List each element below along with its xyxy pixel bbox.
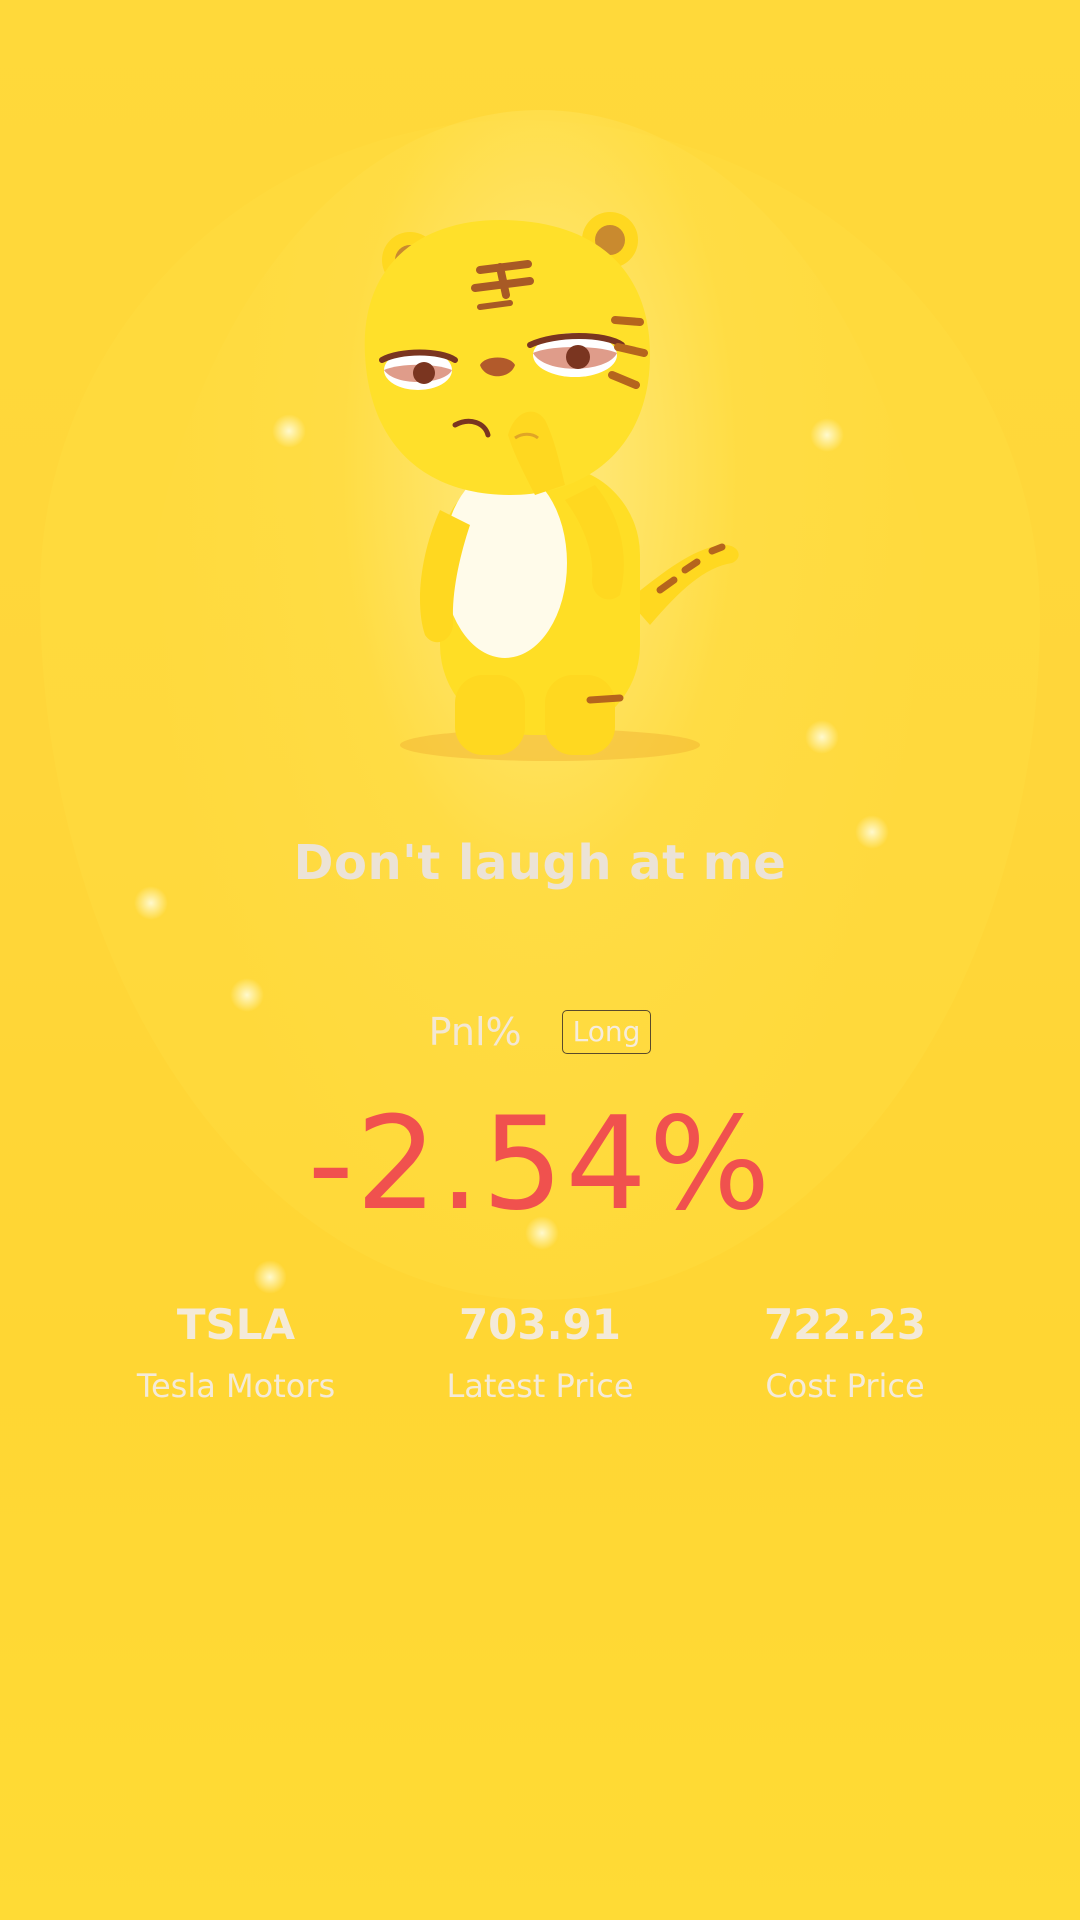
sparkle [810, 418, 844, 452]
latest-price-label: Latest Price [446, 1367, 634, 1405]
mood-tagline: Don't laugh at me [293, 835, 787, 891]
sparkle [230, 978, 264, 1012]
stat-latest-price: 703.91 Latest Price [390, 1300, 690, 1405]
sparkle [253, 1260, 287, 1294]
stat-cost-price: 722.23 Cost Price [695, 1300, 995, 1405]
sparkle [134, 886, 168, 920]
pnl-header: Pnl% Long [0, 1010, 1080, 1054]
latest-price-value: 703.91 [458, 1300, 622, 1349]
cost-price-label: Cost Price [765, 1367, 925, 1405]
stat-ticker: TSLA Tesla Motors [86, 1300, 386, 1405]
company-name: Tesla Motors [136, 1367, 336, 1405]
pnl-percentage-value: -2.54% [307, 1090, 773, 1239]
position-type-badge: Long [561, 1010, 652, 1054]
pnl-label: Pnl% [428, 1010, 522, 1054]
sparkle [805, 720, 839, 754]
sparkle [272, 414, 306, 448]
cost-price-value: 722.23 [763, 1300, 927, 1349]
ticker-symbol: TSLA [176, 1300, 296, 1349]
tiger-mascot-illustration [364, 212, 739, 761]
